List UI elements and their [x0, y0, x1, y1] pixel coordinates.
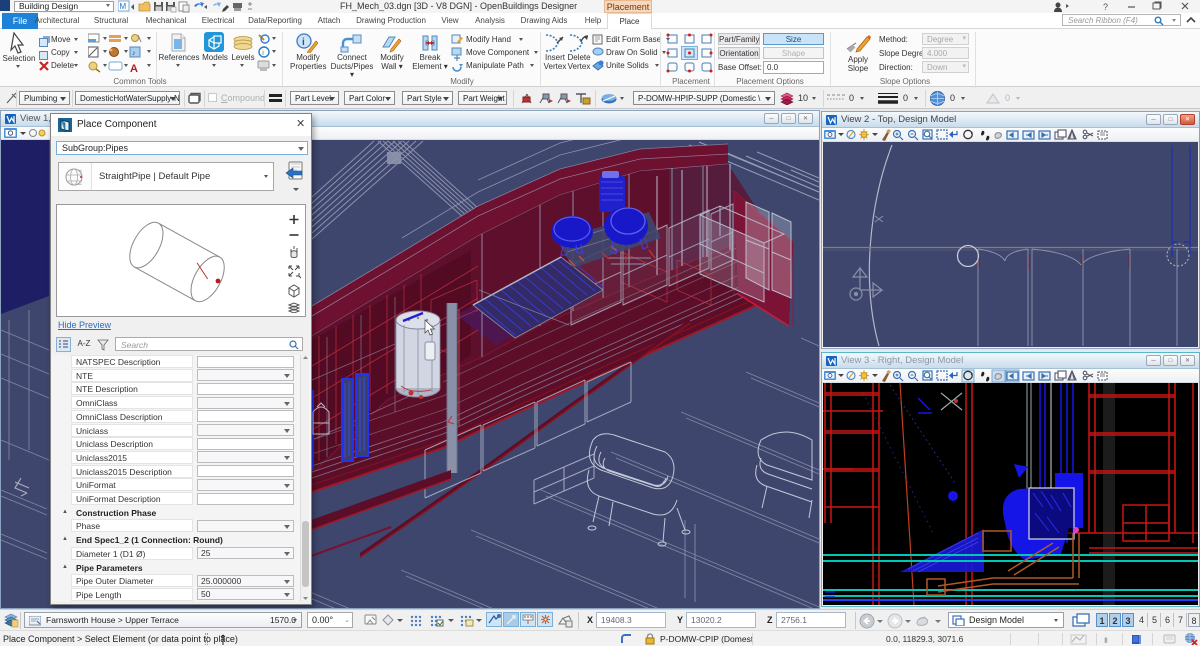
svg-text:?: ?	[1103, 2, 1108, 12]
svg-text:i: i	[302, 37, 305, 48]
svg-text:A: A	[130, 63, 138, 73]
svg-text:M: M	[120, 2, 127, 11]
svg-text:♪: ♪	[132, 50, 136, 57]
